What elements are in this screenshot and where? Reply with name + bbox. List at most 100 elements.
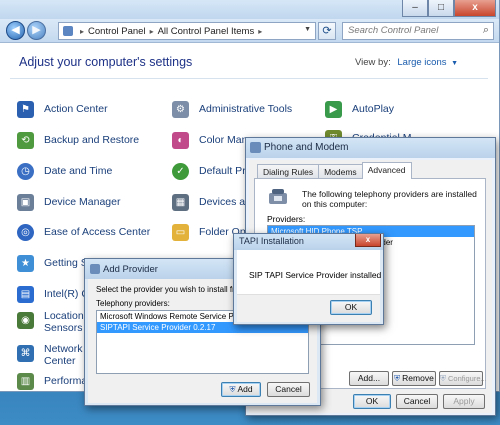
- close-button[interactable]: x: [454, 0, 496, 17]
- cp-item-intel-graphics[interactable]: ▤ Intel(R) G: [17, 284, 90, 304]
- getting-started-icon: ★: [17, 254, 34, 272]
- breadcrumb-all-items[interactable]: All Control Panel Items: [158, 26, 255, 37]
- shield-icon: ⛨: [229, 385, 236, 394]
- maximize-button[interactable]: □: [428, 0, 454, 17]
- view-by-label: View by:: [355, 57, 391, 68]
- cp-item-action-center[interactable]: ⚑ Action Center: [17, 99, 108, 119]
- shield-icon: ⛨: [394, 374, 401, 383]
- configure-button[interactable]: ⛨ Configure...: [439, 371, 487, 386]
- backup-icon: ⟲: [17, 131, 34, 149]
- page-title: Adjust your computer's settings: [19, 55, 193, 69]
- admin-tools-icon: ⚙: [172, 100, 189, 118]
- address-dropdown-icon[interactable]: ▼: [304, 26, 311, 33]
- tab-dialing-rules[interactable]: Dialing Rules: [257, 164, 320, 179]
- tapi-installation-dialog: TAPI Installation x SIP TAPI Service Pro…: [233, 233, 384, 325]
- forward-button[interactable]: ▶: [27, 21, 46, 40]
- refresh-button[interactable]: ⟳: [318, 22, 336, 40]
- dialog-title-bar: Phone and Modem: [246, 138, 495, 158]
- cp-item-ease-of-access[interactable]: ◎ Ease of Access Center: [17, 222, 150, 242]
- breadcrumb-separator-icon: ▸: [80, 26, 85, 36]
- tab-strip: Dialing Rules Modems Advanced: [257, 162, 412, 179]
- close-button[interactable]: x: [355, 234, 381, 247]
- cp-item-label: Backup and Restore: [44, 134, 140, 146]
- ok-button[interactable]: OK: [353, 394, 391, 409]
- cancel-button[interactable]: Cancel: [267, 382, 310, 397]
- cp-item-autoplay[interactable]: ▶ AutoPlay: [325, 99, 394, 119]
- cp-item-label: AutoPlay: [352, 103, 395, 115]
- cancel-button[interactable]: Cancel: [396, 394, 438, 409]
- cp-item-label: Intel(R) G: [44, 288, 90, 300]
- control-panel-small-icon: [63, 26, 73, 36]
- cp-item-label: Action Center: [44, 103, 108, 115]
- shield-icon: ⛨: [440, 374, 446, 383]
- clock-icon: ◷: [17, 162, 34, 180]
- cp-item-label: Administrative Tools: [199, 103, 293, 115]
- cp-item-backup-restore[interactable]: ⟲ Backup and Restore: [17, 130, 139, 150]
- cp-item-label: Getting S: [44, 257, 88, 269]
- cp-item-performance[interactable]: ▥ Performa: [17, 371, 87, 391]
- search-input[interactable]: Search Control Panel ⌕: [342, 22, 494, 40]
- dialog-title: TAPI Installation: [239, 236, 304, 246]
- cp-item-label-group: Location Sensors: [44, 310, 84, 334]
- view-by: View by: Large icons ▼: [355, 57, 458, 68]
- dialog-footer: OK: [237, 294, 380, 322]
- devices-printers-icon: ▦: [172, 193, 189, 211]
- cp-item-label: Network: [44, 343, 83, 355]
- ease-of-access-icon: ◎: [17, 223, 34, 241]
- ok-button[interactable]: OK: [330, 300, 372, 315]
- intel-graphics-icon: ▤: [17, 285, 34, 303]
- breadcrumb-separator-icon: ▸: [258, 26, 263, 36]
- cp-item-label: Performa: [44, 375, 88, 387]
- cp-item-label: Date and Time: [44, 165, 113, 177]
- navigation-bar: ◀ ▶ ▸ Control Panel ▸ All Control Panel …: [0, 19, 499, 43]
- search-icon[interactable]: ⌕: [483, 24, 489, 37]
- cp-item-default-programs[interactable]: ✓ Default Pro: [172, 161, 252, 181]
- phone-icon: [250, 142, 261, 153]
- dialog-title: Phone and Modem: [264, 142, 349, 153]
- providers-label: Providers:: [267, 214, 306, 224]
- autoplay-icon: ▶: [325, 100, 342, 118]
- remove-provider-button[interactable]: ⛨ Remove: [392, 371, 436, 386]
- cp-item-label: Location: [44, 310, 84, 322]
- default-programs-icon: ✓: [172, 162, 189, 180]
- providers-intro-text: The following telephony providers are in…: [302, 189, 477, 209]
- add-button[interactable]: ⛨ Add: [221, 382, 261, 397]
- network-icon: ⌘: [17, 345, 34, 362]
- add-label: Add: [237, 384, 253, 394]
- cp-item-location-sensors[interactable]: ◉ Location Sensors: [17, 310, 84, 336]
- apply-button[interactable]: Apply: [443, 394, 485, 409]
- dialog-title: Add Provider: [103, 264, 158, 275]
- dialog-title-bar: TAPI Installation x: [234, 234, 383, 250]
- device-manager-icon: ▣: [17, 193, 34, 211]
- view-by-dropdown[interactable]: Large icons: [397, 57, 446, 68]
- cp-item-label: Center: [44, 355, 76, 367]
- telephony-providers-label: Telephony providers:: [96, 299, 170, 308]
- cp-item-label: Sensors: [44, 322, 83, 334]
- cp-item-getting-started[interactable]: ★ Getting S: [17, 253, 88, 273]
- phone-icon: [90, 264, 100, 274]
- dialog-body: SIP TAPI Service Provider installed OK: [237, 250, 382, 322]
- cp-item-label-group: Network Center: [44, 343, 83, 367]
- chevron-down-icon[interactable]: ▼: [451, 60, 458, 67]
- cp-item-label: Device Manager: [44, 196, 121, 208]
- address-bar[interactable]: ▸ Control Panel ▸ All Control Panel Item…: [58, 22, 316, 40]
- message-text: SIP TAPI Service Provider installed: [249, 270, 382, 280]
- minimize-button[interactable]: –: [402, 0, 428, 17]
- cp-item-administrative-tools[interactable]: ⚙ Administrative Tools: [172, 99, 292, 119]
- tab-modems[interactable]: Modems: [318, 164, 363, 179]
- remove-label: Remove: [402, 373, 434, 383]
- breadcrumb-separator-icon: ▸: [149, 26, 154, 36]
- folder-options-icon: ▭: [172, 223, 189, 241]
- add-provider-button[interactable]: Add...: [349, 371, 389, 386]
- tab-advanced[interactable]: Advanced: [361, 162, 412, 179]
- cp-item-network[interactable]: ⌘ Network Center: [17, 343, 83, 369]
- search-placeholder: Search Control Panel: [348, 25, 439, 36]
- cp-item-label: Default Pro: [199, 165, 252, 177]
- cp-item-device-manager[interactable]: ▣ Device Manager: [17, 192, 120, 212]
- color-management-icon: ◐: [172, 131, 189, 149]
- performance-icon: ▥: [17, 372, 34, 390]
- cp-item-date-time[interactable]: ◷ Date and Time: [17, 161, 112, 181]
- breadcrumb-control-panel[interactable]: Control Panel: [88, 26, 146, 37]
- back-button[interactable]: ◀: [6, 21, 25, 40]
- divider: [10, 78, 488, 79]
